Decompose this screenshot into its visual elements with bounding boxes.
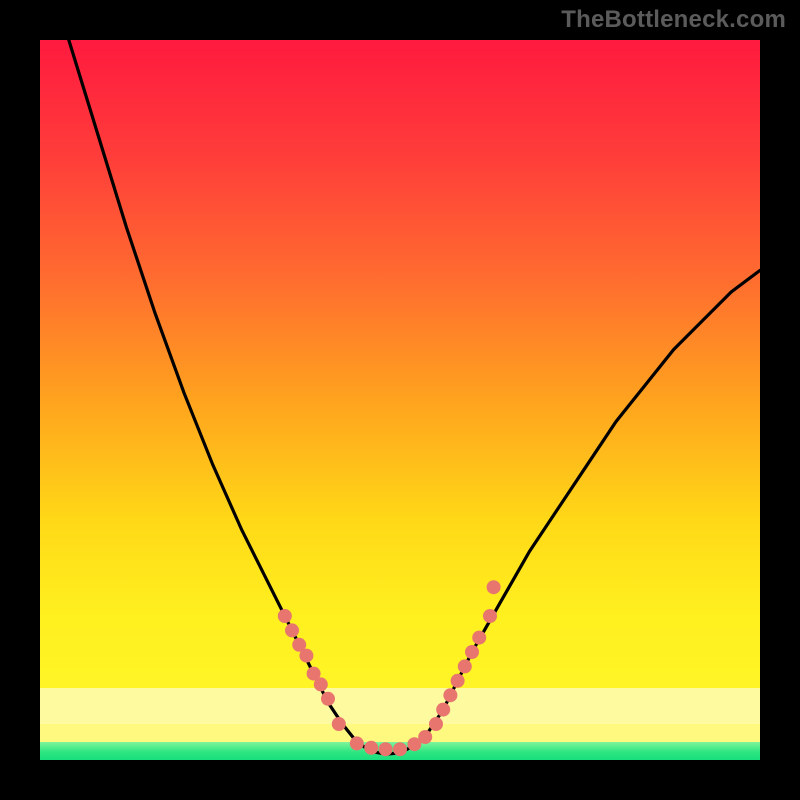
marker-group (278, 580, 501, 756)
plot-area (40, 40, 760, 760)
marker-point (278, 609, 292, 623)
marker-point (418, 730, 432, 744)
marker-point (314, 677, 328, 691)
marker-point (299, 649, 313, 663)
marker-point (332, 717, 346, 731)
marker-point (350, 736, 364, 750)
marker-point (483, 609, 497, 623)
marker-point (443, 688, 457, 702)
attribution-text: TheBottleneck.com (561, 6, 786, 34)
marker-point (436, 703, 450, 717)
marker-point (321, 692, 335, 706)
marker-point (285, 623, 299, 637)
bottleneck-curve (69, 40, 760, 754)
marker-point (487, 580, 501, 594)
marker-point (429, 717, 443, 731)
marker-point (379, 742, 393, 756)
marker-point (451, 674, 465, 688)
marker-point (393, 742, 407, 756)
chart-frame: TheBottleneck.com (0, 0, 800, 800)
marker-point (465, 645, 479, 659)
marker-point (472, 631, 486, 645)
marker-point (364, 741, 378, 755)
chart-svg (40, 40, 760, 760)
marker-point (458, 659, 472, 673)
